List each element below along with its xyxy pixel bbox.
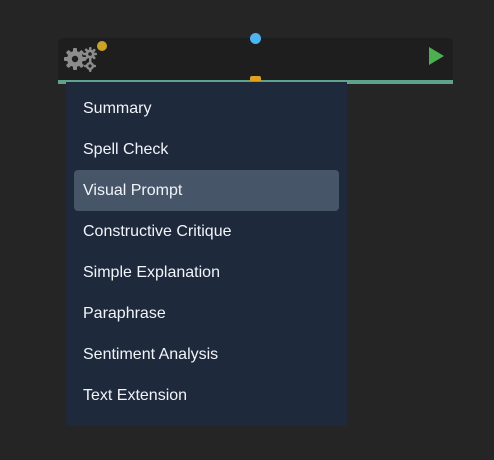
menu-item-summary[interactable]: Summary <box>74 88 339 129</box>
gears-icon[interactable] <box>64 44 100 72</box>
menu-item-visual-prompt[interactable]: Visual Prompt <box>74 170 339 211</box>
menu-item-constructive-critique[interactable]: Constructive Critique <box>74 211 339 252</box>
menu-item-sentiment-analysis[interactable]: Sentiment Analysis <box>74 334 339 375</box>
menu-item-paraphrase[interactable]: Paraphrase <box>74 293 339 334</box>
play-icon <box>429 47 444 65</box>
dropdown-menu: Summary Spell Check Visual Prompt Construct… <box>66 82 347 426</box>
menu-item-text-extension[interactable]: Text Extension <box>74 375 339 416</box>
menu-item-spell-check[interactable]: Spell Check <box>74 129 339 170</box>
status-dot <box>97 41 107 51</box>
menu-item-simple-explanation[interactable]: Simple Explanation <box>74 252 339 293</box>
output-handle[interactable] <box>250 76 261 81</box>
input-handle[interactable] <box>250 33 261 44</box>
run-button[interactable] <box>426 45 446 67</box>
